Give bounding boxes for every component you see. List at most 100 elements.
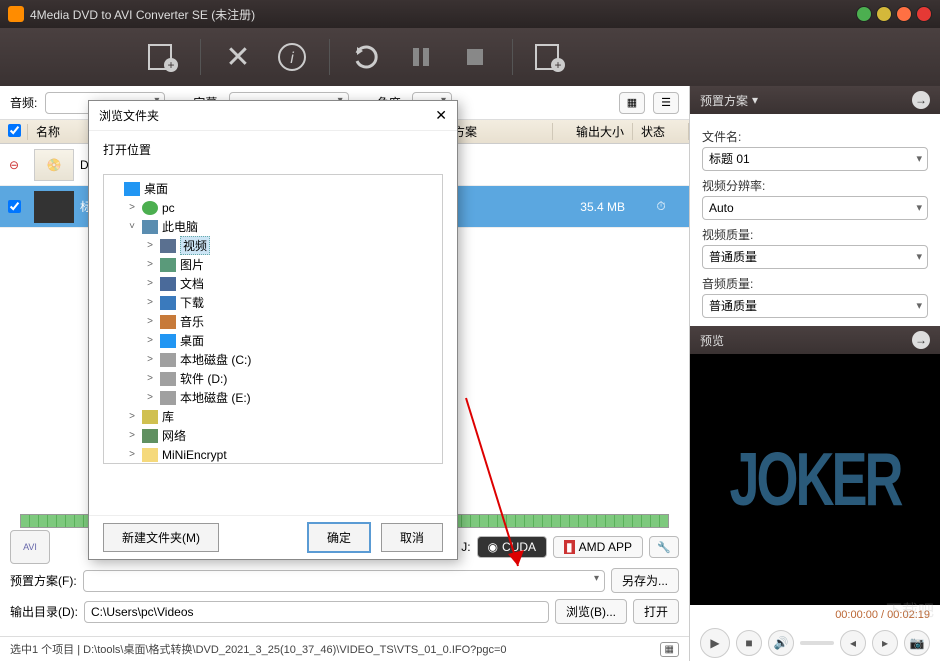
- app-title: 4Media DVD to AVI Converter SE (未注册): [30, 6, 856, 23]
- profile-dropdown[interactable]: [83, 570, 605, 592]
- expand-icon[interactable]: ˃: [144, 354, 156, 365]
- tree-node[interactable]: ˃文档: [108, 274, 438, 293]
- expand-icon[interactable]: ˃: [126, 411, 138, 422]
- view-thumb-button[interactable]: ▦: [619, 92, 645, 114]
- folder-tree[interactable]: 桌面˃pc˅此电脑˃视频˃图片˃文档˃下载˃音乐˃桌面˃本地磁盘 (C:)˃软件…: [103, 174, 443, 464]
- dialog-close-button[interactable]: ✕: [435, 107, 447, 124]
- tree-node[interactable]: ˅ 此电脑: [108, 217, 438, 236]
- tree-label: 库: [162, 408, 174, 425]
- expand-icon[interactable]: ˃: [144, 392, 156, 403]
- col-size[interactable]: 输出大小: [553, 123, 633, 140]
- delete-button[interactable]: ✕: [215, 35, 261, 79]
- pause-button[interactable]: [398, 35, 444, 79]
- svg-text:+: +: [167, 58, 174, 72]
- filename-field[interactable]: 标题 01: [702, 147, 928, 171]
- preset-panel-header[interactable]: 预置方案 ▾ →: [690, 86, 940, 114]
- info-button[interactable]: i: [269, 35, 315, 79]
- format-icon[interactable]: AVI: [10, 530, 50, 564]
- ok-button[interactable]: 确定: [307, 522, 371, 553]
- expand-icon[interactable]: ˃: [144, 373, 156, 384]
- expand-icon[interactable]: ˃: [144, 259, 156, 270]
- gpu-label: J:: [461, 540, 470, 554]
- tree-label: 网络: [162, 427, 186, 444]
- tree-node[interactable]: ˃ 桌面: [108, 331, 438, 350]
- tree-node[interactable]: ˃库: [108, 407, 438, 426]
- tree-node[interactable]: ˃下载: [108, 293, 438, 312]
- stop-button[interactable]: ■: [736, 630, 762, 656]
- disk-icon: [160, 372, 176, 386]
- add-profile-button[interactable]: +: [527, 35, 573, 79]
- preview-panel-header[interactable]: 预览 →: [690, 326, 940, 354]
- doc-icon: [160, 277, 176, 291]
- tree-node[interactable]: ˃ 网络: [108, 426, 438, 445]
- pc-icon: [142, 220, 158, 234]
- item-status: ⏱: [633, 199, 689, 214]
- tree-node[interactable]: ˃本地磁盘 (C:): [108, 350, 438, 369]
- status-icon[interactable]: ▦: [660, 642, 679, 657]
- video-icon: [160, 239, 176, 253]
- snapshot-button[interactable]: 📷: [904, 630, 930, 656]
- expand-icon[interactable]: ˃: [144, 278, 156, 289]
- tree-label: 图片: [180, 256, 204, 273]
- main-toolbar: + ✕ i +: [0, 28, 940, 86]
- svg-text:+: +: [554, 58, 561, 72]
- stop-button[interactable]: [452, 35, 498, 79]
- cancel-button[interactable]: 取消: [381, 523, 443, 552]
- collapse-icon[interactable]: →: [912, 331, 930, 349]
- aquality-field[interactable]: 普通质量: [702, 294, 928, 318]
- prev-frame-button[interactable]: ◂: [840, 630, 866, 656]
- tree-node[interactable]: ˃ pc: [108, 198, 438, 217]
- tree-label: 此电脑: [162, 218, 198, 235]
- preview-frame: JOKER: [690, 354, 940, 605]
- open-button[interactable]: 打开: [633, 599, 679, 624]
- convert-button[interactable]: [344, 35, 390, 79]
- tree-node[interactable]: 桌面: [108, 179, 438, 198]
- remove-icon[interactable]: ⊖: [9, 158, 19, 172]
- expand-icon[interactable]: ˃: [144, 335, 156, 346]
- view-list-button[interactable]: ☰: [653, 92, 679, 114]
- maximize-button[interactable]: [896, 6, 912, 22]
- output-path-input[interactable]: [84, 601, 549, 623]
- tree-node[interactable]: ˃本地磁盘 (E:): [108, 388, 438, 407]
- cuda-button[interactable]: ◉CUDA: [477, 536, 548, 558]
- col-status[interactable]: 状态: [633, 123, 689, 140]
- volume-slider[interactable]: [800, 641, 834, 645]
- expand-icon[interactable]: ˃: [144, 240, 156, 251]
- watermark: 下载吧: [886, 597, 934, 621]
- expand-icon[interactable]: ˃: [144, 297, 156, 308]
- expand-icon[interactable]: ˃: [126, 202, 138, 213]
- settings-button[interactable]: 🔧: [649, 536, 679, 558]
- dl-icon: [160, 296, 176, 310]
- expand-icon[interactable]: ˅: [126, 221, 138, 232]
- browse-button[interactable]: 浏览(B)...: [555, 599, 627, 624]
- add-file-button[interactable]: +: [140, 35, 186, 79]
- expand-icon[interactable]: ˃: [126, 449, 138, 460]
- expand-icon[interactable]: ˃: [144, 316, 156, 327]
- tree-label: pc: [162, 201, 175, 215]
- tree-node[interactable]: ˃音乐: [108, 312, 438, 331]
- close-button[interactable]: [916, 6, 932, 22]
- mute-button[interactable]: 🔊: [768, 630, 794, 656]
- minimize-button[interactable]: [876, 6, 892, 22]
- expand-icon[interactable]: ˃: [126, 430, 138, 441]
- playback-controls: ▶ ■ 🔊 ◂ ▸ 📷: [690, 625, 940, 661]
- tree-node[interactable]: ˃视频: [108, 236, 438, 255]
- tree-node[interactable]: ˃软件 (D:): [108, 369, 438, 388]
- help-button[interactable]: [856, 6, 872, 22]
- vquality-field[interactable]: 普通质量: [702, 245, 928, 269]
- next-frame-button[interactable]: ▸: [872, 630, 898, 656]
- saveas-button[interactable]: 另存为...: [611, 568, 679, 593]
- new-folder-button[interactable]: 新建文件夹(M): [103, 523, 219, 552]
- aquality-label: 音频质量:: [702, 275, 928, 292]
- tree-node[interactable]: ˃MiNiEncrypt: [108, 445, 438, 464]
- amd-button[interactable]: ▮AMD APP: [553, 536, 643, 558]
- collapse-icon[interactable]: →: [912, 91, 930, 109]
- tree-node[interactable]: ˃ 图片: [108, 255, 438, 274]
- select-all-checkbox[interactable]: [8, 124, 21, 137]
- resolution-field[interactable]: Auto: [702, 196, 928, 220]
- resolution-label: 视频分辨率:: [702, 177, 928, 194]
- tree-label: 桌面: [180, 332, 204, 349]
- item-checkbox[interactable]: [8, 200, 21, 213]
- img-icon: [160, 258, 176, 272]
- play-button[interactable]: ▶: [700, 628, 730, 658]
